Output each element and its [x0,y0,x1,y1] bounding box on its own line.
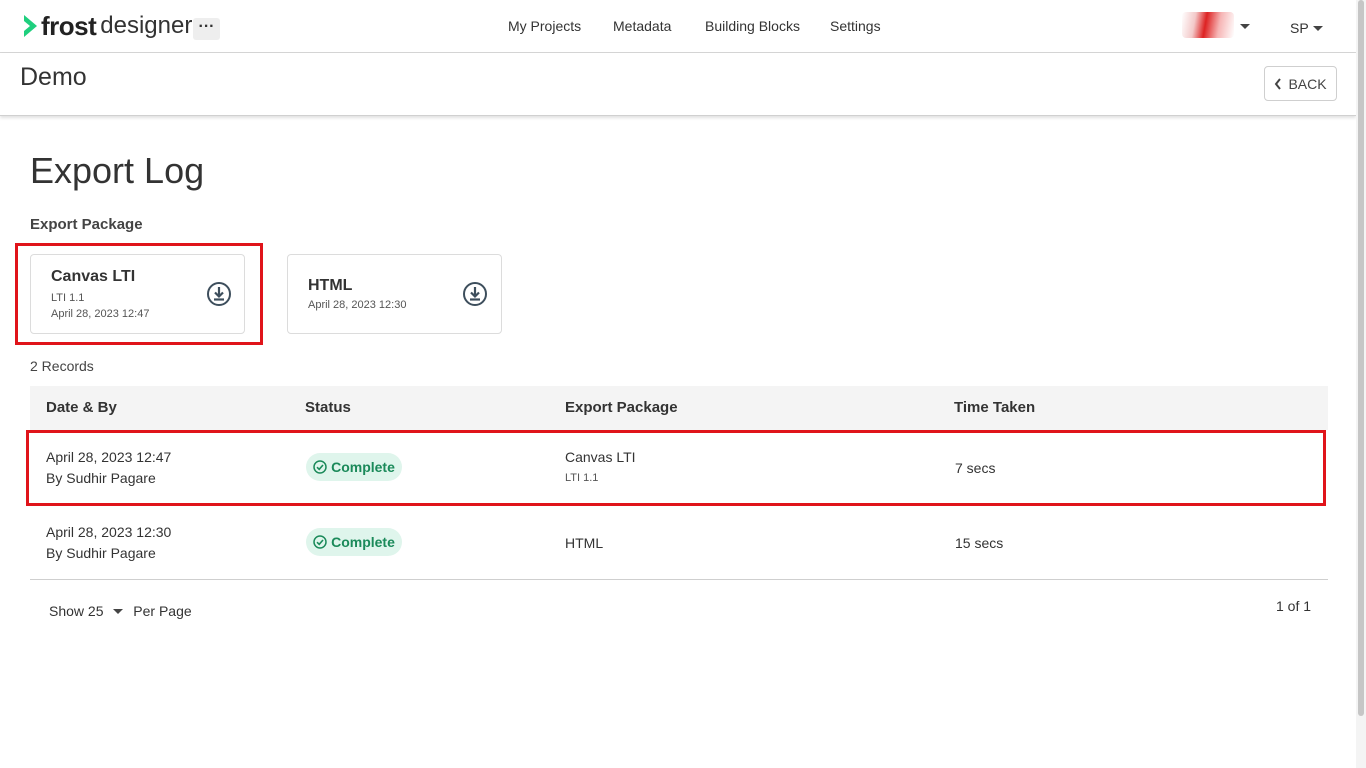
back-button[interactable]: BACK [1264,66,1337,101]
logo-chevron-icon [24,15,37,37]
per-page-label: Per Page [133,603,192,619]
organization-logo [1182,12,1234,38]
column-status[interactable]: Status [305,399,351,416]
nav-building-blocks[interactable]: Building Blocks [705,18,800,34]
row-author: By Sudhir Pagare [46,545,156,561]
package-date: April 28, 2023 12:30 [308,299,407,311]
organization-menu[interactable] [1182,12,1252,40]
nav-settings[interactable]: Settings [830,18,881,34]
page-size-selector[interactable]: Show 25 Per Page [49,603,192,619]
records-count: 2 Records [30,358,94,374]
table-row[interactable]: April 28, 2023 12:30 By Sudhir Pagare Co… [30,505,1328,580]
page-size-value[interactable]: Show 25 [49,603,103,619]
status-text: Complete [331,534,395,550]
chevron-down-icon[interactable] [113,609,124,614]
back-button-label: BACK [1288,75,1327,92]
frost-designer-logo[interactable]: frost designer [22,12,192,40]
page-info: 1 of 1 [1276,598,1312,614]
column-time-taken[interactable]: Time Taken [954,399,1035,416]
nav-my-projects[interactable]: My Projects [508,18,581,34]
row-package: HTML [565,535,604,551]
logo-text-designer: designer [100,12,193,39]
table-header: Date & By Status Export Package Time Tak… [30,386,1328,430]
table-divider [30,579,1328,580]
status-badge: Complete [306,528,402,556]
export-package-label: Export Package [30,216,143,233]
column-date-by[interactable]: Date & By [46,399,117,416]
row-time-taken: 15 secs [955,535,1004,551]
user-menu[interactable]: SP [1290,20,1309,36]
package-card-html[interactable]: HTML April 28, 2023 12:30 [287,254,502,334]
package-name: HTML [308,277,353,294]
top-navigation-bar: frost designer ··· My Projects Metadata … [0,0,1356,53]
page-scrollbar[interactable] [1356,0,1366,768]
check-circle-icon [313,535,327,549]
page-title: Export Log [30,150,205,191]
more-options-button[interactable]: ··· [193,18,220,40]
row-date: April 28, 2023 12:30 [46,524,172,540]
highlight-box [15,243,263,345]
chevron-down-icon [1240,24,1250,29]
scrollbar-thumb[interactable] [1358,0,1364,716]
highlight-box [26,430,1326,506]
column-export-package[interactable]: Export Package [565,399,678,416]
project-title-bar: Demo BACK [0,53,1356,116]
chevron-down-icon[interactable] [1313,26,1323,31]
nav-metadata[interactable]: Metadata [613,18,671,34]
chevron-left-icon [1275,77,1282,90]
project-title: Demo [20,63,87,91]
logo-text-frost: frost [41,11,97,41]
download-icon[interactable] [462,281,488,307]
